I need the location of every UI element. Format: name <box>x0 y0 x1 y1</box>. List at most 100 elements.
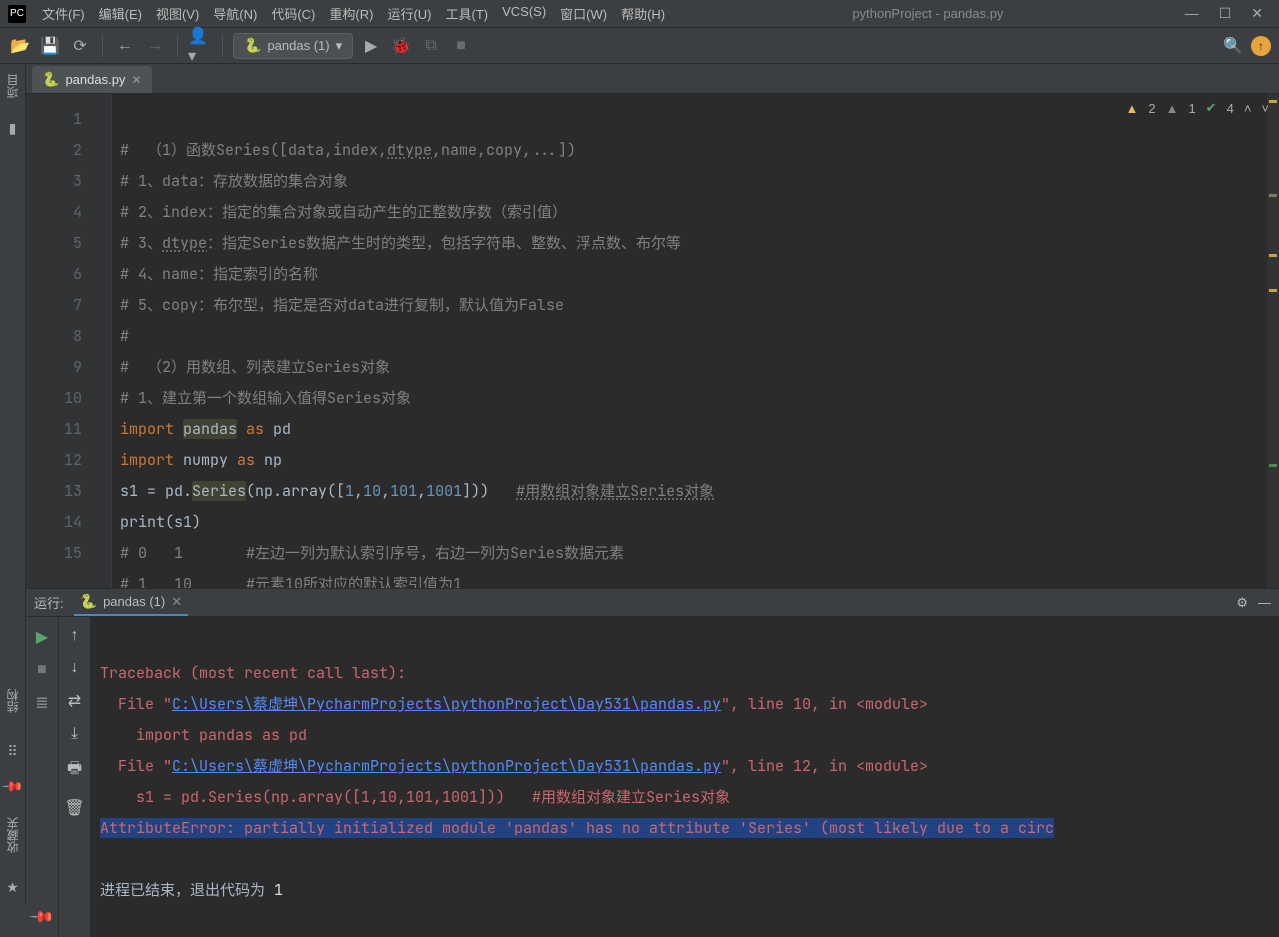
line-gutter: 1 2 3 4 5 6 7 8 9 10 11 12 13 14 15 <box>26 94 94 588</box>
hide-icon[interactable]: — <box>1258 595 1271 610</box>
menu-navigate[interactable]: 导航(N) <box>207 2 263 25</box>
scroll-markers[interactable] <box>1267 94 1279 588</box>
line-number: 6 <box>26 259 82 290</box>
separator <box>177 35 178 57</box>
refresh-icon[interactable]: ⟳ <box>68 34 92 58</box>
stop-icon[interactable]: ■ <box>37 661 47 679</box>
menu-vcs[interactable]: VCS(S) <box>496 2 552 25</box>
main-area: 项目 ▮ 结构 ⠿ 📌 收藏夹 ★ 🐍 pandas.py ✕ ▲2 ▲1 ✔4 <box>0 64 1279 904</box>
inspections-widget[interactable]: ▲2 ▲1 ✔4 ˄ ˅ <box>1125 100 1269 116</box>
close-button[interactable]: ✕ <box>1251 5 1263 22</box>
run-configuration-dropdown[interactable]: 🐍 pandas (1) ▾ <box>233 33 353 59</box>
gear-icon[interactable]: ⚙ <box>1236 595 1248 611</box>
menu-view[interactable]: 视图(V) <box>150 2 205 25</box>
softwrap-icon[interactable]: ⇄ <box>68 691 81 711</box>
line-number: 8 <box>26 321 82 352</box>
menu-help[interactable]: 帮助(H) <box>615 2 671 25</box>
maximize-button[interactable]: ☐ <box>1219 5 1232 22</box>
pin-icon[interactable]: 📌 <box>32 907 52 927</box>
scroll-to-end-icon[interactable]: ⤓ <box>71 725 78 743</box>
menu-refactor[interactable]: 重构(R) <box>323 2 379 25</box>
separator <box>102 35 103 57</box>
star-icon[interactable]: ★ <box>6 879 19 896</box>
chevron-up-icon[interactable]: ˄ <box>1244 101 1252 116</box>
structure-icon[interactable]: ⠿ <box>7 743 17 760</box>
updates-badge[interactable]: ↑ <box>1251 36 1271 56</box>
run-body: ▶ ■ ≣ 📌 ↑ ↓ ⇄ ⤓ 🖶 🗑 Traceback (most rece… <box>26 617 1279 937</box>
line-number: 13 <box>26 476 82 507</box>
line-number: 9 <box>26 352 82 383</box>
pycharm-icon: PC <box>8 5 26 23</box>
chevron-down-icon[interactable]: ˅ <box>1261 101 1269 116</box>
add-config-icon[interactable]: 👤▾ <box>188 34 212 58</box>
up-icon[interactable]: ↑ <box>71 627 79 645</box>
warning-count: 2 <box>1148 101 1155 116</box>
rail-project[interactable]: 项目 <box>4 70 21 102</box>
run-tab[interactable]: 🐍 pandas (1) ✕ <box>74 589 189 616</box>
weak-warning-icon: ▲ <box>1166 101 1179 116</box>
menu-file[interactable]: 文件(F) <box>36 2 91 25</box>
window-title: pythonProject - pandas.py <box>671 6 1185 21</box>
stop-icon[interactable]: ■ <box>449 34 473 58</box>
print-icon[interactable]: 🖶 <box>67 757 82 784</box>
line-number: 2 <box>26 135 82 166</box>
editor-body[interactable]: ▲2 ▲1 ✔4 ˄ ˅ 1 2 3 4 5 6 7 8 9 10 <box>26 94 1279 588</box>
line-number: 15 <box>26 538 82 569</box>
rerun-icon[interactable]: ▶ <box>36 627 48 647</box>
line-number: 5 <box>26 228 82 259</box>
menu-window[interactable]: 窗口(W) <box>554 2 613 25</box>
fold-column[interactable] <box>94 94 112 588</box>
console-output[interactable]: Traceback (most recent call last): File … <box>90 617 1279 937</box>
folder-icon[interactable]: ▮ <box>9 120 17 137</box>
line-number: 7 <box>26 290 82 321</box>
ok-icon: ✔ <box>1206 100 1217 116</box>
open-icon[interactable]: 📂 <box>8 34 32 58</box>
stacktrace-link[interactable]: C:\Users\蔡虚坤\PycharmProjects\pythonProje… <box>172 756 721 776</box>
menu-run[interactable]: 运行(U) <box>381 2 437 25</box>
pin-icon[interactable]: 📌 <box>4 778 21 795</box>
file-tab-pandas[interactable]: 🐍 pandas.py ✕ <box>32 66 152 93</box>
selected-error-line: AttributeError: partially initialized mo… <box>100 818 1054 838</box>
down-icon[interactable]: ↓ <box>71 659 79 677</box>
chevron-down-icon: ▾ <box>336 38 343 54</box>
run-tab-label: pandas (1) <box>103 594 165 609</box>
trash-icon[interactable]: 🗑 <box>64 798 84 818</box>
weak-warning-count: 1 <box>1188 101 1195 116</box>
window-controls: — ☐ ✕ <box>1185 5 1271 22</box>
run-left-gutter-2: ↑ ↓ ⇄ ⤓ 🖶 🗑 <box>58 617 90 937</box>
close-tab-icon[interactable]: ✕ <box>131 73 141 87</box>
layout-icon[interactable]: ≣ <box>35 693 48 713</box>
run-header: 运行: 🐍 pandas (1) ✕ ⚙ — <box>26 589 1279 617</box>
minimize-button[interactable]: — <box>1185 5 1199 22</box>
back-icon[interactable]: ← <box>113 34 137 58</box>
menu-tools[interactable]: 工具(T) <box>439 2 494 25</box>
forward-icon[interactable]: → <box>143 34 167 58</box>
rail-structure[interactable]: 结构 <box>4 685 21 717</box>
code-area[interactable]: # （1）函数Series([data,index,dtype,name,cop… <box>112 94 1279 588</box>
editor-pane: 🐍 pandas.py ✕ ▲2 ▲1 ✔4 ˄ ˅ 1 2 3 4 <box>26 64 1279 588</box>
stacktrace-link[interactable]: C:\Users\蔡虚坤\PycharmProjects\pythonProje… <box>172 694 721 714</box>
menu-code[interactable]: 代码(C) <box>265 2 321 25</box>
line-number: 11 <box>26 414 82 445</box>
separator <box>222 35 223 57</box>
close-tab-icon[interactable]: ✕ <box>171 594 182 610</box>
menu-edit[interactable]: 编辑(E) <box>93 2 148 25</box>
line-number: 14 <box>26 507 82 538</box>
coverage-icon[interactable]: ⧉ <box>419 34 443 58</box>
python-icon: 🐍 <box>42 71 59 88</box>
search-icon[interactable]: 🔍 <box>1221 34 1245 58</box>
debug-button[interactable]: 🐞 <box>389 34 413 58</box>
warning-icon: ▲ <box>1125 101 1138 116</box>
save-icon[interactable]: 💾 <box>38 34 62 58</box>
run-button[interactable]: ▶ <box>359 34 383 58</box>
toolbar: 📂 💾 ⟳ ← → 👤▾ 🐍 pandas (1) ▾ ▶ 🐞 ⧉ ■ 🔍 ↑ <box>0 28 1279 64</box>
line-number: 10 <box>26 383 82 414</box>
python-icon: 🐍 <box>244 37 261 54</box>
run-label: 运行: <box>34 593 64 612</box>
rail-fav[interactable]: 收藏夹 <box>4 813 21 857</box>
line-number: 1 <box>26 104 82 135</box>
menubar: 文件(F) 编辑(E) 视图(V) 导航(N) 代码(C) 重构(R) 运行(U… <box>36 2 671 25</box>
run-config-name: pandas (1) <box>267 38 329 53</box>
editor-tabbar: 🐍 pandas.py ✕ <box>26 64 1279 94</box>
left-tool-rail: 项目 ▮ 结构 ⠿ 📌 收藏夹 ★ <box>0 64 26 904</box>
